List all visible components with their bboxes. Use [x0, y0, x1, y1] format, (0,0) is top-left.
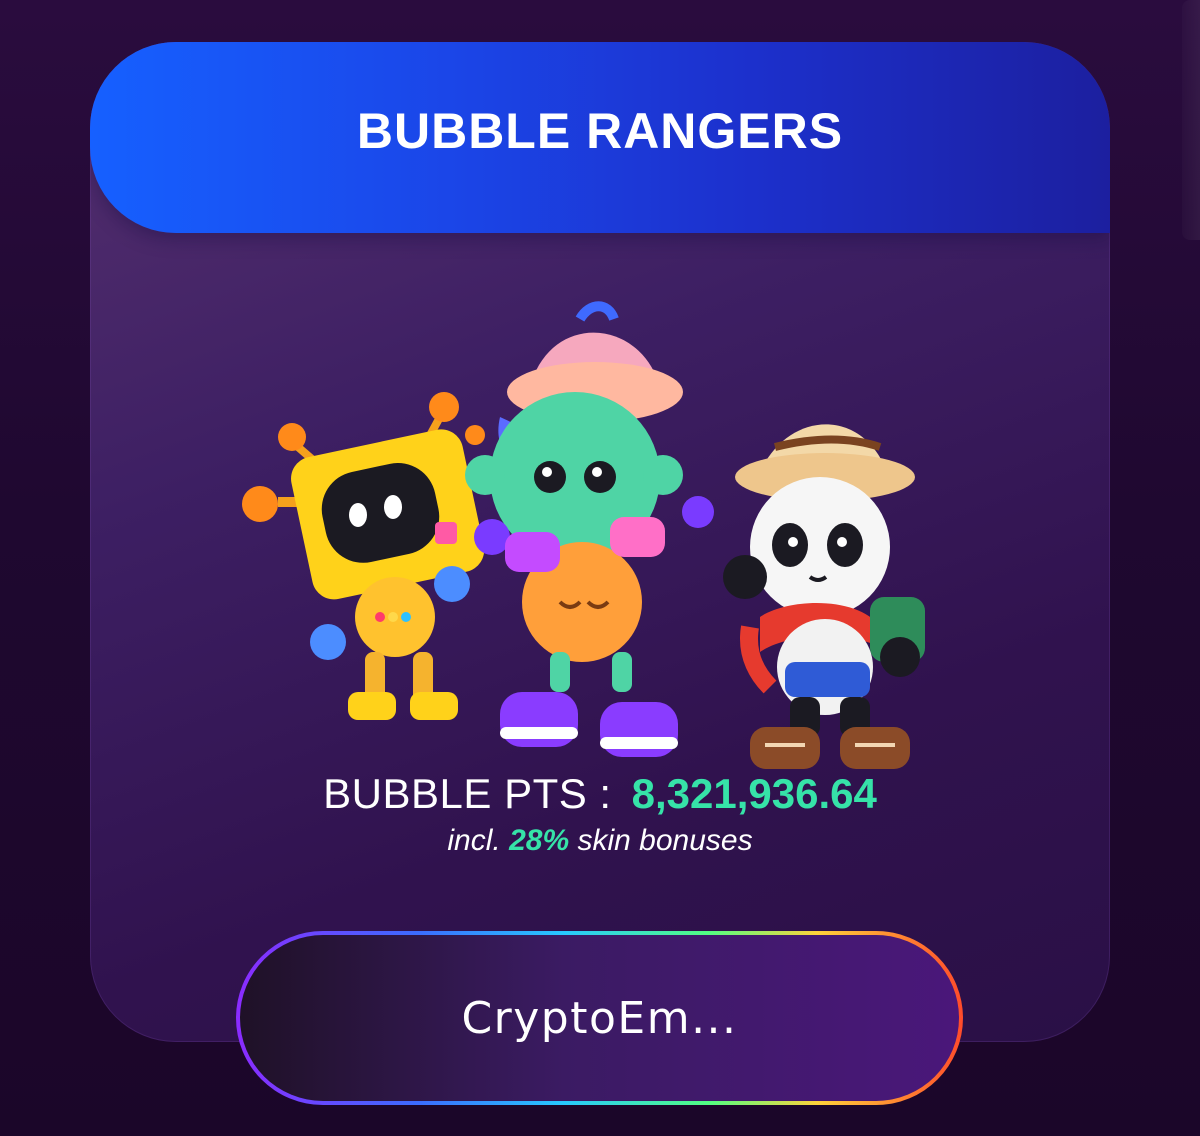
bonus-line: incl. 28% skin bonuses [90, 824, 1110, 858]
game-card: BUBBLE RANGERS BUBBLE PTS: 8,321,936.64… [90, 42, 1110, 1042]
bonus-percent: 28% [509, 824, 570, 857]
card-header: BUBBLE RANGERS [90, 42, 1110, 233]
monkey-character-icon [465, 301, 714, 757]
wallet-label: CryptoEm... [461, 992, 738, 1044]
game-title: BUBBLE RANGERS [356, 103, 844, 159]
robot-character-icon [242, 392, 485, 720]
scrollbar[interactable] [1182, 0, 1200, 240]
panda-character-icon [723, 424, 925, 769]
points-line: BUBBLE PTS : 8,321,936.64 [90, 770, 1110, 818]
wallet-button[interactable]: CryptoEm... [240, 935, 959, 1101]
bonus-suffix: skin bonuses [577, 824, 753, 857]
characters-illustration [242, 301, 925, 769]
wallet-button-border[interactable]: CryptoEm... [236, 931, 963, 1105]
bonus-prefix: incl. [447, 824, 501, 857]
points-label: BUBBLE PTS : [323, 770, 612, 817]
points-value: 8,321,936.64 [631, 770, 877, 817]
